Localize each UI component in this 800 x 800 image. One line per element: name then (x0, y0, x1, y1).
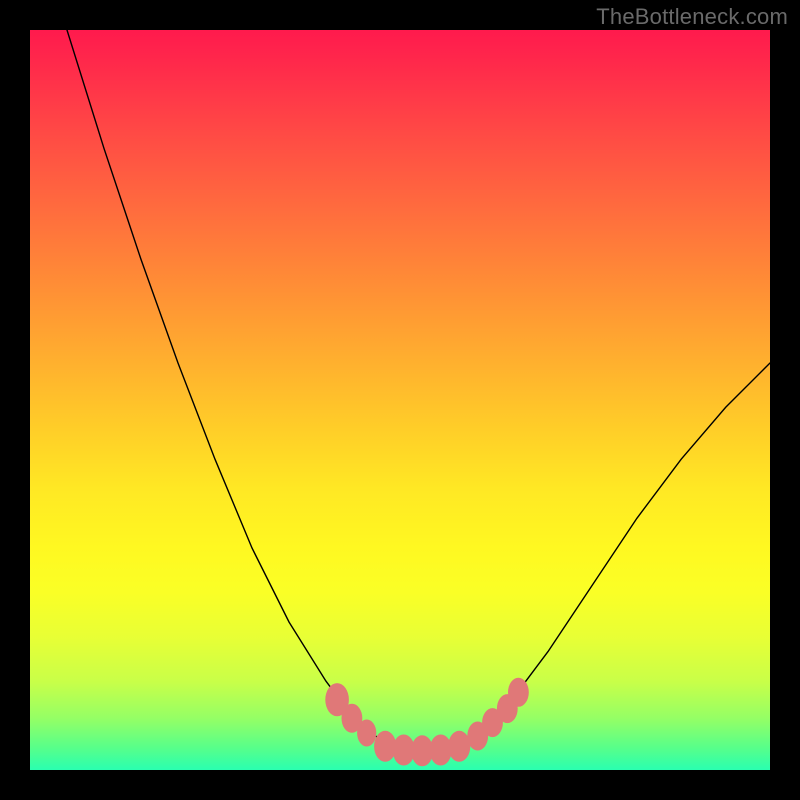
curve-marker (357, 720, 376, 747)
curve-marker (508, 678, 529, 707)
attribution-watermark: TheBottleneck.com (596, 4, 788, 30)
curve-marker (448, 731, 470, 762)
plot-area (30, 30, 770, 770)
bottleneck-curve (30, 30, 770, 770)
chart-frame: TheBottleneck.com (0, 0, 800, 800)
